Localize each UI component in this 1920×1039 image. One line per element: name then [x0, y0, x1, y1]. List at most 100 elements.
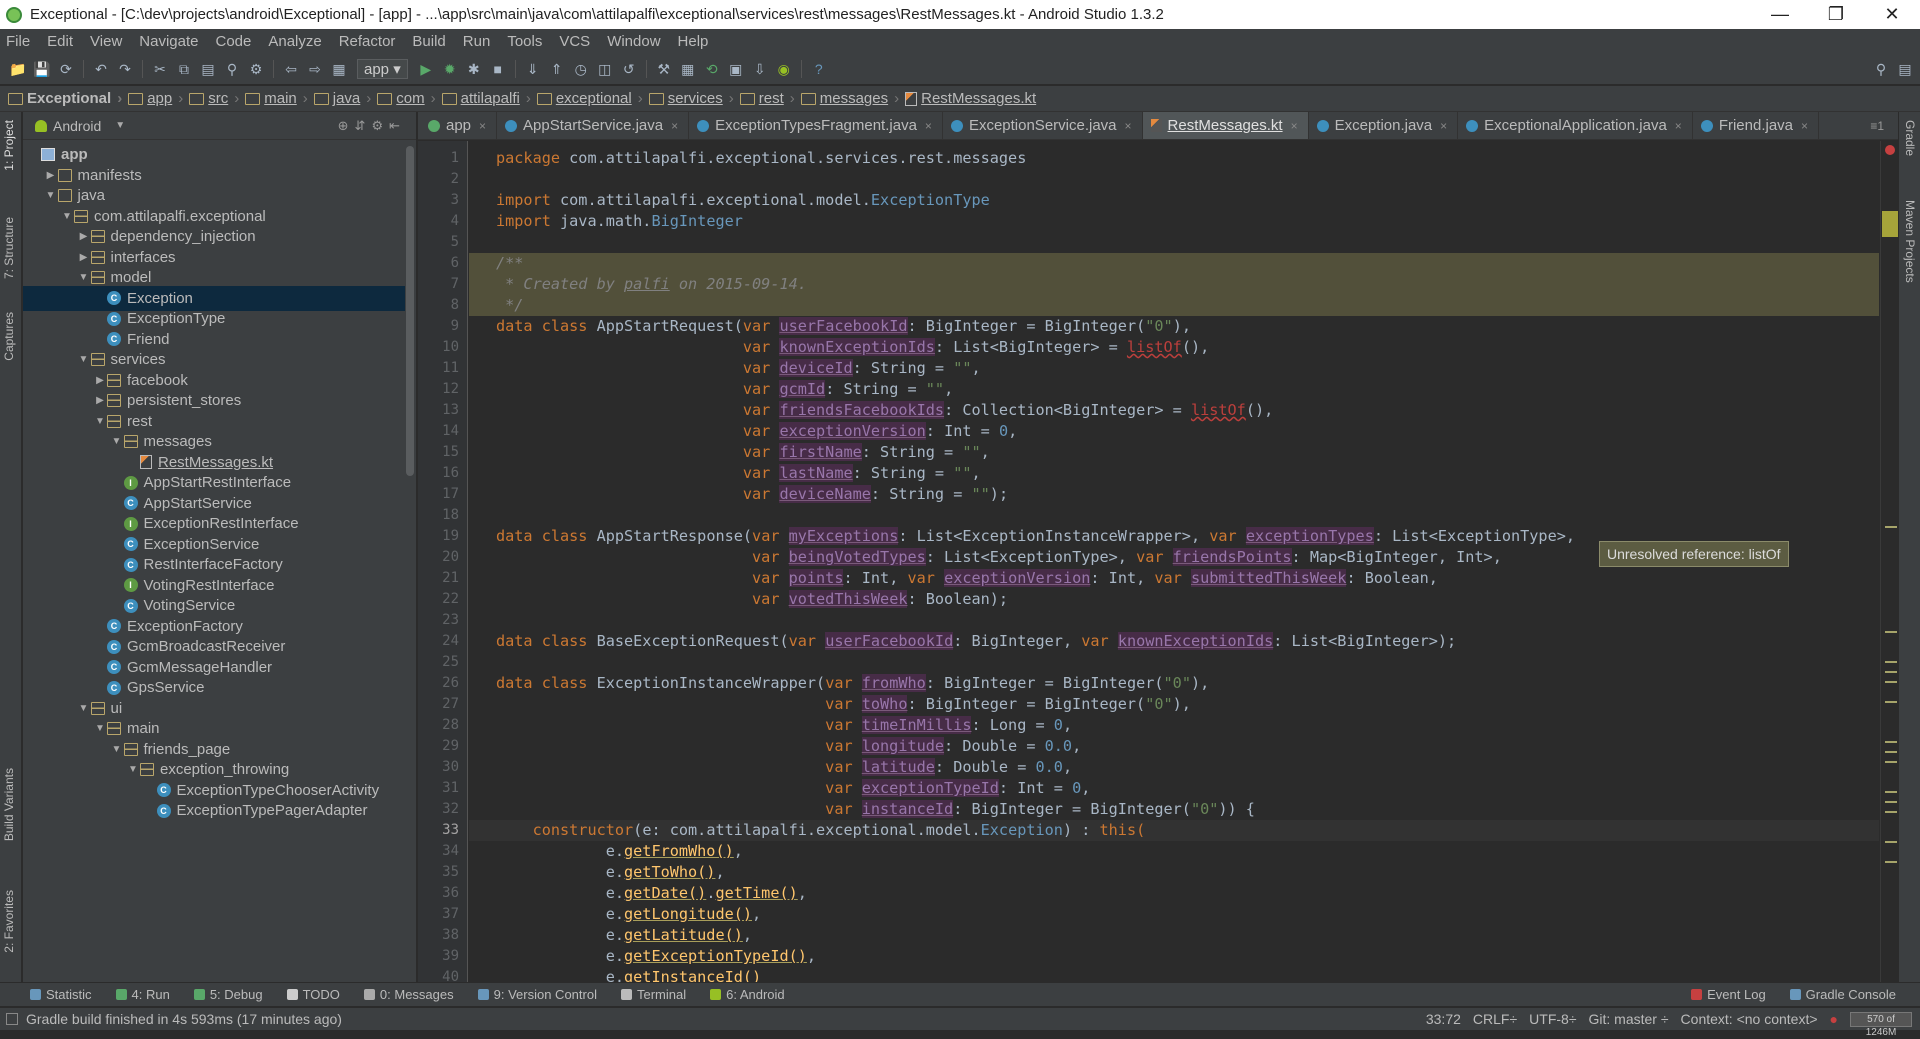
expand-down-icon[interactable]: ▼	[126, 764, 140, 775]
warning-marker[interactable]	[1885, 671, 1897, 673]
close-tab-icon[interactable]: ×	[1291, 119, 1298, 133]
breadcrumb-item[interactable]: java ›	[313, 90, 371, 107]
copy-icon[interactable]: ⧉	[175, 60, 193, 78]
code-line[interactable]: e.getDate().getTime(),	[469, 883, 1879, 904]
stop-icon[interactable]: ■	[489, 60, 507, 78]
bottom-tool-9-version-control[interactable]: 9: Version Control	[477, 987, 597, 1002]
warning-marker[interactable]	[1885, 701, 1897, 703]
project-tool-tab[interactable]: 1: Project	[2, 120, 16, 171]
menu-tools[interactable]: Tools	[505, 33, 544, 50]
warning-marker[interactable]	[1885, 526, 1897, 528]
search-everywhere-icon[interactable]: ⚲	[1872, 60, 1890, 78]
code-line[interactable]: var toWho: BigInteger = BigInteger("0"),	[469, 694, 1879, 715]
sdk-manager-icon[interactable]: ⇩	[751, 60, 769, 78]
expand-down-icon[interactable]: ▼	[110, 436, 124, 447]
code-line[interactable]: var points: Int, var exceptionVersion: I…	[469, 568, 1879, 589]
code-line[interactable]: data class ExceptionInstanceWrapper(var …	[469, 673, 1879, 694]
bottom-tool-todo[interactable]: TODO	[286, 987, 340, 1002]
bottom-tool-6-android[interactable]: 6: Android	[710, 987, 785, 1002]
close-tab-icon[interactable]: ×	[671, 119, 678, 133]
warning-marker[interactable]	[1885, 741, 1897, 743]
menu-view[interactable]: View	[88, 33, 124, 50]
expand-down-icon[interactable]: ▼	[77, 272, 91, 283]
bottom-tool-event-log[interactable]: Event Log	[1691, 987, 1766, 1002]
redo-icon[interactable]: ↷	[116, 60, 134, 78]
vcs-revert-icon[interactable]: ↺	[620, 60, 638, 78]
replace-icon[interactable]: ⚙	[247, 60, 265, 78]
breadcrumb-item[interactable]: messages ›	[800, 90, 899, 107]
warning-marker[interactable]	[1885, 811, 1897, 813]
close-icon[interactable]: ✕	[1864, 4, 1920, 25]
warning-marker[interactable]	[1885, 761, 1897, 763]
memory-indicator[interactable]: 570 of 1246M	[1850, 1011, 1912, 1038]
code-line[interactable]: import com.attilapalfi.exceptional.model…	[469, 190, 1879, 211]
maven-tool-tab[interactable]: Maven Projects	[1903, 200, 1917, 283]
paste-icon[interactable]: ▤	[199, 60, 217, 78]
code-line[interactable]: /**	[469, 253, 1879, 274]
code-line[interactable]: package com.attilapalfi.exceptional.serv…	[469, 148, 1879, 169]
menu-code[interactable]: Code	[213, 33, 253, 50]
bottom-tool-terminal[interactable]: Terminal	[620, 987, 686, 1002]
build-variants-tool-tab[interactable]: Build Variants	[2, 768, 16, 841]
code-line[interactable]	[469, 652, 1879, 673]
editor-tab[interactable]: RestMessages.kt ×	[1142, 112, 1309, 139]
code-line[interactable]: var timeInMillis: Long = 0,	[469, 715, 1879, 736]
attach-debugger-icon[interactable]: ✱	[465, 60, 483, 78]
menu-analyze[interactable]: Analyze	[266, 33, 323, 50]
code-line[interactable]: data class BaseExceptionRequest(var user…	[469, 631, 1879, 652]
code-line[interactable]: var instanceId: BigInteger = BigInteger(…	[469, 799, 1879, 820]
save-all-icon[interactable]: 💾	[33, 60, 51, 78]
expand-right-icon[interactable]: ▶	[93, 375, 107, 386]
code-line[interactable]: e.getFromWho(),	[469, 841, 1879, 862]
favorites-tool-tab[interactable]: 2: Favorites	[2, 890, 16, 953]
project-view-mode[interactable]: Android	[53, 118, 101, 134]
breadcrumb-item[interactable]: exceptional ›	[536, 90, 643, 107]
tree-item[interactable]: C ExceptionTypePagerAdapter	[23, 798, 405, 823]
warning-marker[interactable]	[1885, 861, 1897, 863]
bottom-tool-4-run[interactable]: 4: Run	[115, 987, 170, 1002]
editor-tab[interactable]: Friend.java ×	[1693, 112, 1820, 139]
editor-tab[interactable]: ExceptionalApplication.java ×	[1458, 112, 1693, 139]
sync-icon[interactable]: ⟳	[57, 60, 75, 78]
panel-actions[interactable]: ⊕⇵⚙⇤	[338, 118, 406, 134]
expand-down-icon[interactable]: ▼	[77, 703, 91, 714]
expand-right-icon[interactable]: ▶	[93, 395, 107, 406]
code-line[interactable]	[469, 169, 1879, 190]
layout-icon[interactable]: ▤	[1896, 60, 1914, 78]
menu-edit[interactable]: Edit	[45, 33, 75, 50]
expand-right-icon[interactable]: ▶	[77, 252, 91, 263]
expand-down-icon[interactable]: ▼	[93, 416, 107, 427]
bottom-tool-gradle-console[interactable]: Gradle Console	[1789, 987, 1896, 1002]
code-line[interactable]: var exceptionTypeId: Int = 0,	[469, 778, 1879, 799]
warning-marker[interactable]	[1885, 841, 1897, 843]
code-line[interactable]: */	[469, 295, 1879, 316]
menu-file[interactable]: File	[4, 33, 32, 50]
breadcrumb-item[interactable]: main ›	[245, 90, 308, 107]
vcs-commit-icon[interactable]: ⇑	[548, 60, 566, 78]
help-icon[interactable]: ?	[810, 60, 828, 78]
close-tab-icon[interactable]: ×	[1675, 119, 1682, 133]
minimize-icon[interactable]: —	[1752, 4, 1808, 25]
close-tab-icon[interactable]: ×	[1125, 119, 1132, 133]
code-line[interactable]: data class AppStartRequest(var userFaceb…	[469, 316, 1879, 337]
warning-marker[interactable]	[1882, 211, 1898, 237]
forward-icon[interactable]: ⇨	[306, 60, 324, 78]
code-line[interactable]: import java.math.BigInteger	[469, 211, 1879, 232]
file-encoding[interactable]: UTF-8÷	[1529, 1011, 1576, 1027]
line-separator[interactable]: CRLF÷	[1473, 1011, 1517, 1027]
gradle-tool-tab[interactable]: Gradle	[1903, 120, 1917, 156]
error-indicator-icon[interactable]	[1885, 145, 1895, 155]
vcs-history-icon[interactable]: ◷	[572, 60, 590, 78]
expand-down-icon[interactable]: ▼	[44, 190, 58, 201]
gradle-sync-icon[interactable]: ⟲	[703, 60, 721, 78]
code-line[interactable]: e.getExceptionTypeId(),	[469, 946, 1879, 967]
warning-marker[interactable]	[1885, 791, 1897, 793]
warning-marker[interactable]	[1885, 801, 1897, 803]
vcs-update-icon[interactable]: ⇓	[524, 60, 542, 78]
code-line[interactable]: e.getInstanceId()	[469, 967, 1879, 982]
code-line[interactable]: var latitude: Double = 0.0,	[469, 757, 1879, 778]
make-project-icon[interactable]: ▦	[330, 60, 348, 78]
code-line[interactable]: var firstName: String = "",	[469, 442, 1879, 463]
breadcrumb-item[interactable]: rest ›	[739, 90, 795, 107]
menu-navigate[interactable]: Navigate	[137, 33, 200, 50]
